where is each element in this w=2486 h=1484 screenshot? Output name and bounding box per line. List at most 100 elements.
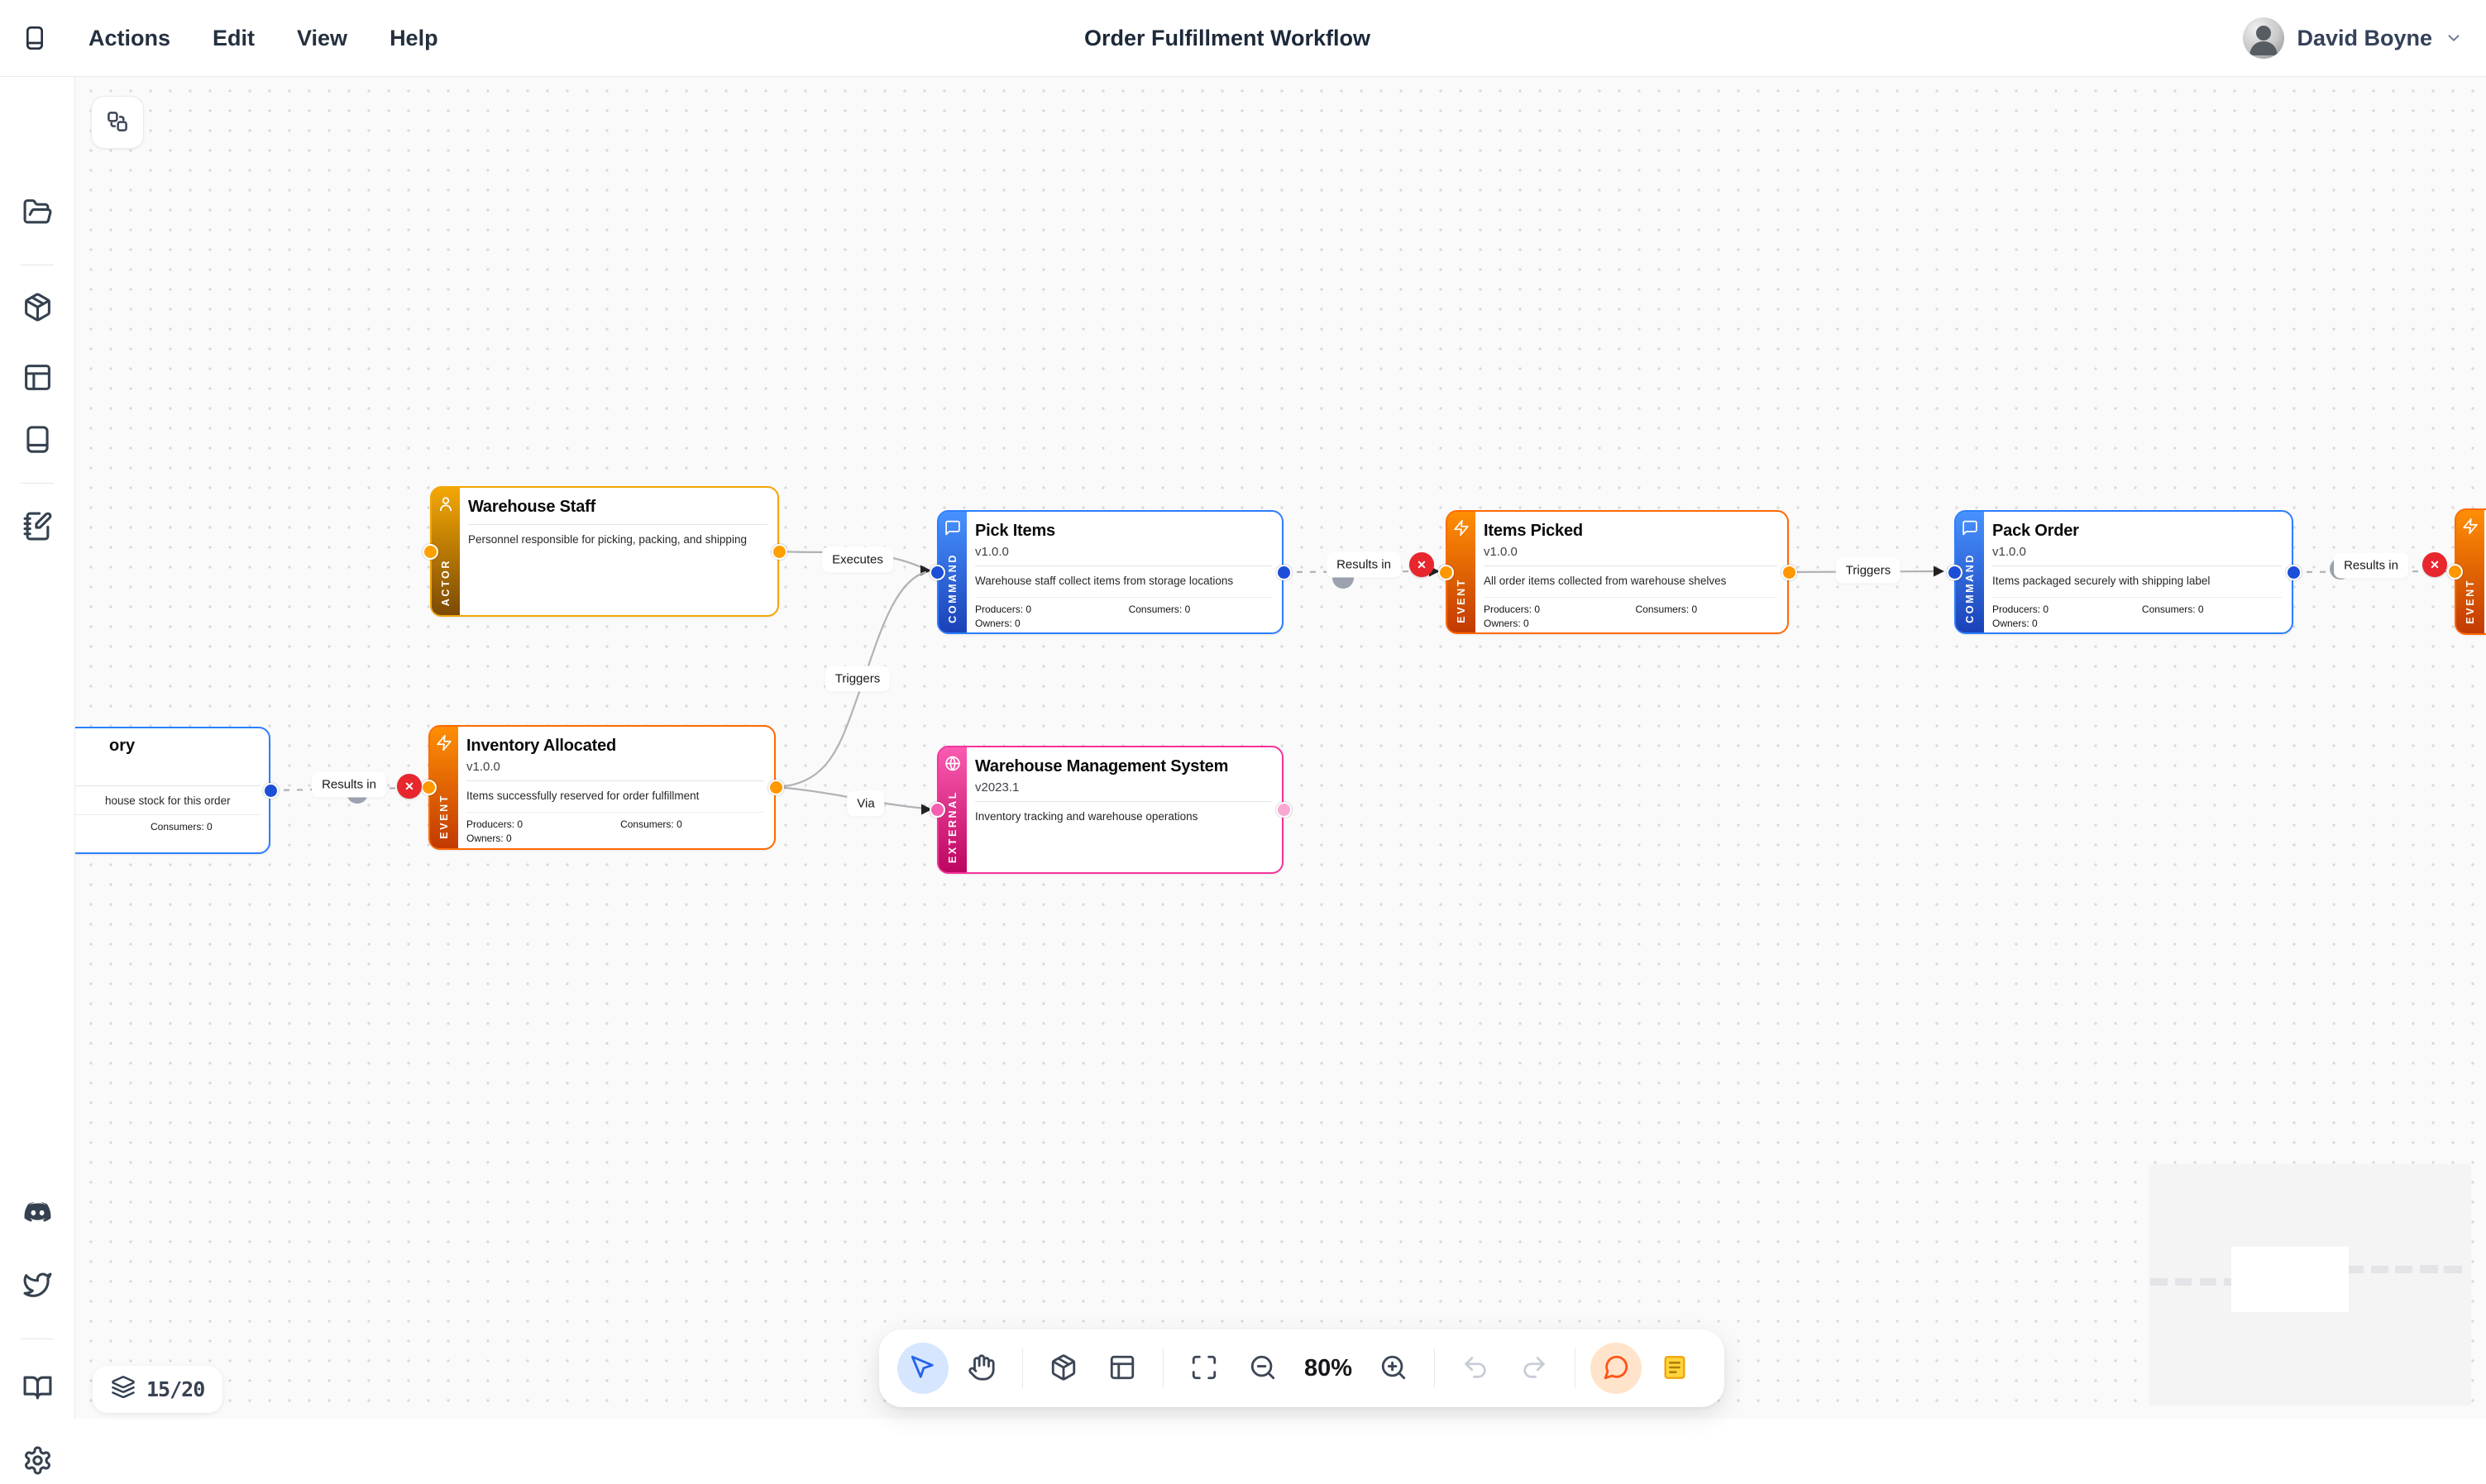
folder-open-icon [22,197,53,230]
sidebar-item-twitter[interactable] [15,1263,60,1308]
node-title: Pack Order [1992,520,2282,542]
node-title: Warehouse Staff [468,496,767,518]
node-handle-left-inventory-allocated[interactable] [421,780,437,795]
sidebar-item-layout-panel[interactable] [15,356,60,401]
node-handle-left-items-picked[interactable] [1438,565,1454,580]
edge-label-2[interactable]: Results in [1327,552,1401,578]
node-count-badge: 15/20 [93,1366,222,1413]
node-producers: Producers: 0 [1992,604,2142,615]
node-divider [975,597,1272,598]
node-consumers: Consumers: 0 [620,818,764,830]
undo-button[interactable] [1450,1343,1501,1394]
sidebar-item-package[interactable] [15,286,60,331]
zoom-in-button[interactable] [1368,1343,1419,1394]
delete-edge-button-0[interactable]: ✕ [397,774,422,799]
node-description: Warehouse staff collect items from stora… [975,574,1272,589]
edge-label-3[interactable]: Triggers [825,666,890,692]
delete-edge-button-2[interactable]: ✕ [1409,552,1434,577]
sidebar-item-book-open[interactable] [15,1367,60,1411]
sidebar-item-notebook-pen[interactable] [15,505,60,550]
sidebar [0,76,75,1419]
node-divider [468,524,767,525]
sidebar-item-folder-open[interactable] [15,191,60,236]
sidebar-item-discord[interactable] [15,1191,60,1236]
delete-edge-button-6[interactable]: ✕ [2422,552,2447,577]
minimap-node [2346,1266,2364,1273]
node-owners: Owners: 0 [975,618,1129,629]
toolbar-divider [1434,1348,1435,1388]
node-description: house stock for this order [105,794,231,807]
app-logo-icon[interactable] [22,21,48,55]
zap-icon [436,734,453,752]
node-handle-right-pack-order[interactable] [2286,565,2302,580]
node-type-badge: EVENT [1456,578,1467,623]
node-owners: Owners: 0 [1484,618,1636,629]
node-consumers: Consumers: 0 [151,821,213,833]
node-items-picked[interactable]: EVENTItems Pickedv1.0.0All order items c… [1446,510,1789,634]
node-warehouse-management-system[interactable]: EXTERNALWarehouse Management Systemv2023… [937,746,1284,874]
node-version: v1.0.0 [975,545,1272,559]
redo-button[interactable] [1508,1343,1560,1394]
menu-item-view[interactable]: View [297,26,347,51]
message-square-icon [944,519,962,537]
node-owners: Owners: 0 [1992,618,2142,629]
edge-label-4[interactable]: Via [847,791,884,817]
node-handle-left-pack-order[interactable] [1947,565,1963,580]
pointer-tool-button[interactable] [897,1343,949,1394]
node-handle-left-event-partial-right[interactable] [2447,564,2463,580]
add-resource-button[interactable] [1038,1343,1089,1394]
node-divider [1992,597,2282,598]
comment-button[interactable] [1590,1343,1642,1394]
node-handle-left-warehouse-management-system[interactable] [930,802,945,818]
notes-button[interactable] [1649,1343,1700,1394]
node-handle-right-command-partial-left[interactable] [263,783,279,799]
node-handle-right-pick-items[interactable] [1276,565,1292,580]
sidebar-item-settings[interactable] [15,1439,60,1484]
node-divider [1484,565,1777,566]
menu-bar: Actions Edit View Help [88,26,438,51]
node-handle-right-warehouse-management-system[interactable] [1276,802,1292,818]
node-handle-right-warehouse-staff[interactable] [772,544,787,560]
minimap-viewport[interactable] [2231,1247,2349,1312]
node-meta: Producers: 0Consumers: 0Owners: 0 [975,604,1272,629]
fit-view-button[interactable] [1178,1343,1230,1394]
logo-book-icon [22,45,48,59]
node-handle-left-warehouse-staff[interactable] [423,544,438,560]
node-divider [1992,565,2282,566]
minimap-node [2200,1278,2216,1286]
zoom-out-button[interactable] [1237,1343,1288,1394]
node-producers: Producers: 0 [1484,604,1636,615]
edge-label-6[interactable]: Results in [2334,553,2408,579]
sidebar-item-book[interactable] [15,418,60,463]
node-handle-right-inventory-allocated[interactable] [768,780,784,795]
node-type-badge: COMMAND [947,553,959,623]
toolbar-divider [1022,1348,1023,1388]
node-divider [975,565,1272,566]
edge-label-1[interactable]: Executes [822,547,893,573]
minimap-node [2444,1266,2462,1273]
menu-item-actions[interactable]: Actions [88,26,170,51]
minimap[interactable] [2149,1164,2471,1405]
node-description: Inventory tracking and warehouse operati… [975,809,1272,825]
layout-button[interactable] [1097,1343,1148,1394]
node-pick-items[interactable]: COMMANDPick Itemsv1.0.0Warehouse staff c… [937,510,1284,634]
user-menu[interactable]: David Boyne [2243,17,2463,59]
hand-icon [968,1353,996,1384]
edge-label-0[interactable]: Results in [312,772,386,798]
node-type-badge: COMMAND [1964,553,1976,623]
node-version: v1.0.0 [1992,545,2282,559]
node-handle-left-pick-items[interactable] [930,565,945,580]
auto-layout-button[interactable] [91,96,144,149]
node-inventory-allocated[interactable]: EVENTInventory Allocatedv1.0.0Items succ… [428,725,776,850]
minimap-node [2150,1278,2168,1286]
node-handle-right-items-picked[interactable] [1781,565,1797,580]
edge-label-5[interactable]: Triggers [1836,558,1900,584]
node-type-badge: EXTERNAL [947,790,959,863]
node-warehouse-staff[interactable]: ACTORWarehouse StaffPersonnel responsibl… [430,486,779,617]
settings-icon [22,1445,53,1478]
pan-tool-button[interactable] [956,1343,1007,1394]
menu-item-edit[interactable]: Edit [213,26,255,51]
menu-item-help[interactable]: Help [390,26,438,51]
node-pack-order[interactable]: COMMANDPack Orderv1.0.0Items packaged se… [1954,510,2293,634]
notebook-pen-icon [22,511,53,544]
